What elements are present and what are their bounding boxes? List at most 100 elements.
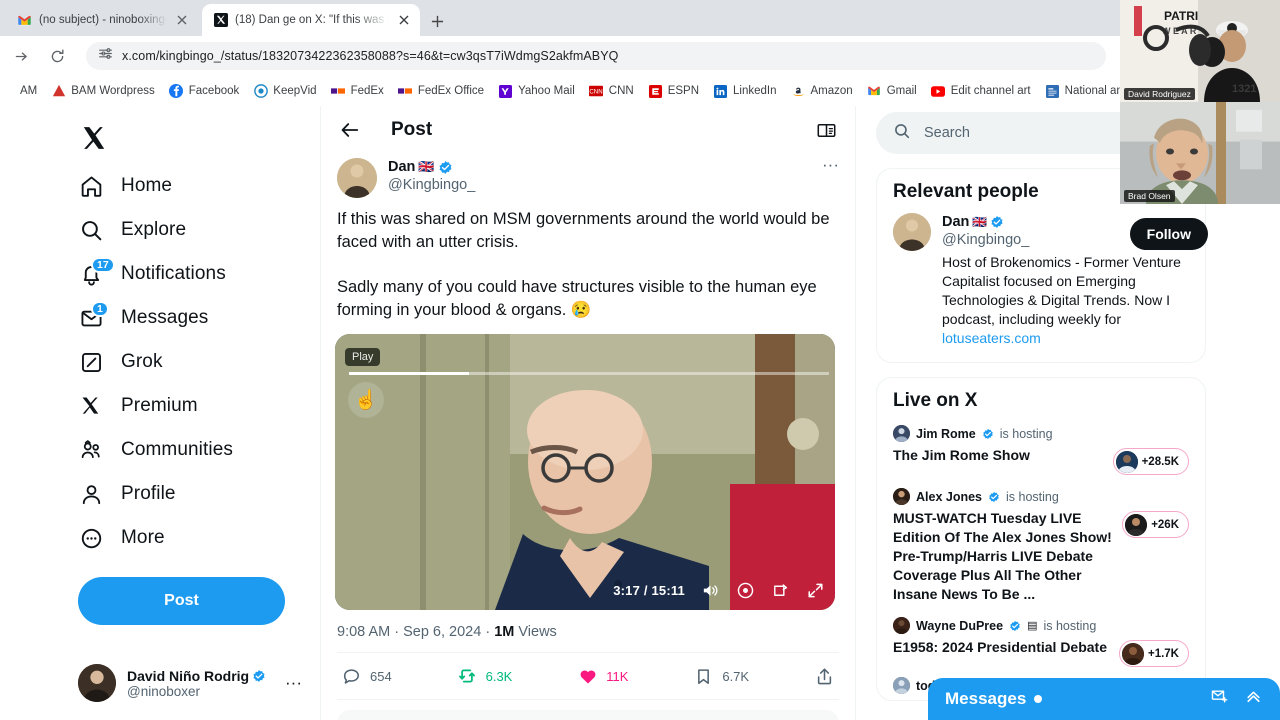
sidebar-item-grok[interactable]: Grok [68, 340, 312, 384]
bookmark-label: Edit channel art [950, 85, 1031, 97]
webcam-name-label: David Rodriguez [1124, 88, 1195, 100]
fedex-icon [398, 84, 413, 99]
fullscreen-icon[interactable] [805, 580, 825, 600]
sidebar-item-premium[interactable]: Premium [68, 384, 312, 428]
keepvid-icon [253, 84, 268, 99]
settings-icon[interactable] [735, 580, 755, 600]
new-tab-button[interactable] [424, 8, 450, 34]
x-logo-icon[interactable] [68, 112, 120, 164]
bookmark-item[interactable]: KeepVid [246, 76, 323, 106]
live-item[interactable]: Wayne DuPree ▤ is hosting E1958: 2024 Pr… [893, 617, 1189, 667]
sidebar-item-explore[interactable]: Explore [68, 208, 312, 252]
bookmark-button[interactable]: 6.7K [693, 666, 749, 687]
sidebar-item-more[interactable]: More [68, 516, 312, 560]
bookmark-label: KeepVid [273, 85, 317, 97]
site-settings-icon[interactable] [98, 46, 113, 66]
person-bio: Host of Brokenomics - Former Venture Cap… [942, 253, 1189, 348]
search-icon [893, 122, 911, 145]
avatar [1115, 450, 1138, 473]
forward-button[interactable] [6, 41, 36, 71]
listeners-count: +28.5K [1141, 455, 1179, 468]
svg-text:CNN: CNN [590, 89, 603, 96]
bookmark-item[interactable]: FedEx Office [391, 76, 491, 106]
comment-icon [341, 666, 362, 687]
youtube-icon [931, 84, 946, 99]
live-item[interactable]: Jim Rome is hosting The Jim Rome Show +2… [893, 425, 1189, 475]
bookmark-item[interactable]: BAM Wordpress [44, 76, 162, 106]
bell-icon: 17 [78, 257, 115, 287]
bookmark-item[interactable]: Gmail [860, 76, 924, 106]
picture-in-picture-icon[interactable] [770, 580, 790, 600]
post-more-icon[interactable]: ··· [822, 156, 839, 173]
live-body: E1958: 2024 Presidential Debate +1.7K [893, 638, 1189, 667]
person-icon [78, 481, 104, 507]
avatar[interactable] [337, 158, 377, 198]
grok-icon [78, 349, 104, 375]
sidebar-item-profile[interactable]: Profile [68, 472, 312, 516]
account-switcher[interactable]: David Niño Rodrig @ninoboxer ··· [78, 664, 306, 702]
post-author[interactable]: Dan 🇬🇧 @Kingbingo_ ··· [321, 154, 855, 198]
facebook-icon [169, 84, 184, 99]
back-arrow-icon[interactable] [337, 117, 363, 143]
bookmark-item[interactable]: CNN CNN [582, 76, 641, 106]
chevron-up-icon[interactable] [1244, 687, 1263, 711]
post-button[interactable]: Post [78, 577, 285, 625]
bookmark-label: FedEx Office [417, 85, 485, 97]
cursor-pointer-icon: ☝ [348, 382, 384, 418]
comment-sort-bar[interactable]: Most relevant [337, 710, 839, 720]
notification-badge: 17 [91, 257, 115, 273]
account-name: David Niño Rodrig [127, 667, 250, 684]
bookmark-label: Gmail [886, 85, 917, 97]
video-progress-bar[interactable] [349, 372, 829, 375]
bookmark-item[interactable]: Facebook [162, 76, 247, 106]
live-host-name: Wayne DuPree [916, 618, 1004, 633]
person-bio-link[interactable]: lotuseaters.com [942, 330, 1041, 346]
account-name-row: David Niño Rodrig [127, 668, 266, 684]
account-menu-icon[interactable]: ··· [285, 673, 306, 693]
bookmark-label: ESPN [667, 85, 700, 97]
flag-icon: 🇬🇧 [418, 159, 435, 174]
address-bar[interactable]: x.com/kingbingo_/status/1832073422362358… [86, 42, 1106, 70]
browser-chrome: (no subject) - ninoboxing@gm (18) Dan ɡе… [0, 0, 1280, 106]
live-title: The Jim Rome Show [893, 447, 1030, 463]
messages-dock[interactable]: Messages [928, 678, 1280, 720]
bookmarks-bar: AM BAM Wordpress Facebook KeepVid FedEx … [0, 76, 1280, 106]
reader-mode-icon[interactable] [813, 117, 839, 143]
bookmark-item[interactable]: Amazon [784, 76, 860, 106]
x-icon [213, 13, 228, 28]
search-input[interactable]: Search [924, 125, 970, 141]
repost-icon [457, 666, 478, 687]
webcam-overlay: PATRIOT W E A R CORN 1321 David Rodrigue… [1120, 0, 1280, 205]
avatar [78, 664, 116, 702]
live-hosting-label: is hosting [1006, 489, 1059, 504]
volume-icon[interactable] [700, 580, 720, 600]
like-button[interactable]: 11K [577, 666, 628, 687]
post-video[interactable]: Play ☝ 3:17 / 15:11 [335, 334, 835, 610]
share-button[interactable] [814, 666, 835, 687]
sidebar-item-communities[interactable]: Communities [68, 428, 312, 472]
bookmark-item[interactable]: Edit channel art [924, 76, 1038, 106]
sidebar-item-label: Grok [121, 351, 163, 372]
sidebar-item-messages[interactable]: 1 Messages [68, 296, 312, 340]
reload-button[interactable] [42, 41, 72, 71]
browser-tab-x[interactable]: (18) Dan ɡе on X: "If this was sh [202, 4, 420, 36]
close-icon[interactable] [396, 12, 412, 28]
sidebar-item-notifications[interactable]: 17 Notifications [68, 252, 312, 296]
repost-button[interactable]: 6.3K [457, 666, 512, 687]
new-message-icon[interactable] [1210, 687, 1229, 711]
bookmark-item[interactable]: FedEx [324, 76, 391, 106]
live-item[interactable]: Alex Jones is hosting MUST-WATCH Tuesday… [893, 488, 1189, 604]
bookmark-item[interactable]: ESPN [641, 76, 706, 106]
reply-button[interactable]: 654 [341, 666, 392, 687]
avatar[interactable] [893, 213, 931, 251]
avatar [893, 488, 910, 505]
browser-tab-gmail[interactable]: (no subject) - ninoboxing@gm [6, 4, 198, 36]
bookmark-item[interactable]: AM [0, 76, 44, 106]
follow-button[interactable]: Follow [1129, 218, 1208, 250]
bookmark-item[interactable]: LinkedIn [706, 76, 783, 106]
tab-strip: (no subject) - ninoboxing@gm (18) Dan ɡе… [0, 0, 1280, 36]
news-icon [1045, 84, 1060, 99]
sidebar-item-home[interactable]: Home [68, 164, 312, 208]
close-icon[interactable] [174, 12, 190, 28]
bookmark-item[interactable]: Yahoo Mail [491, 76, 582, 106]
